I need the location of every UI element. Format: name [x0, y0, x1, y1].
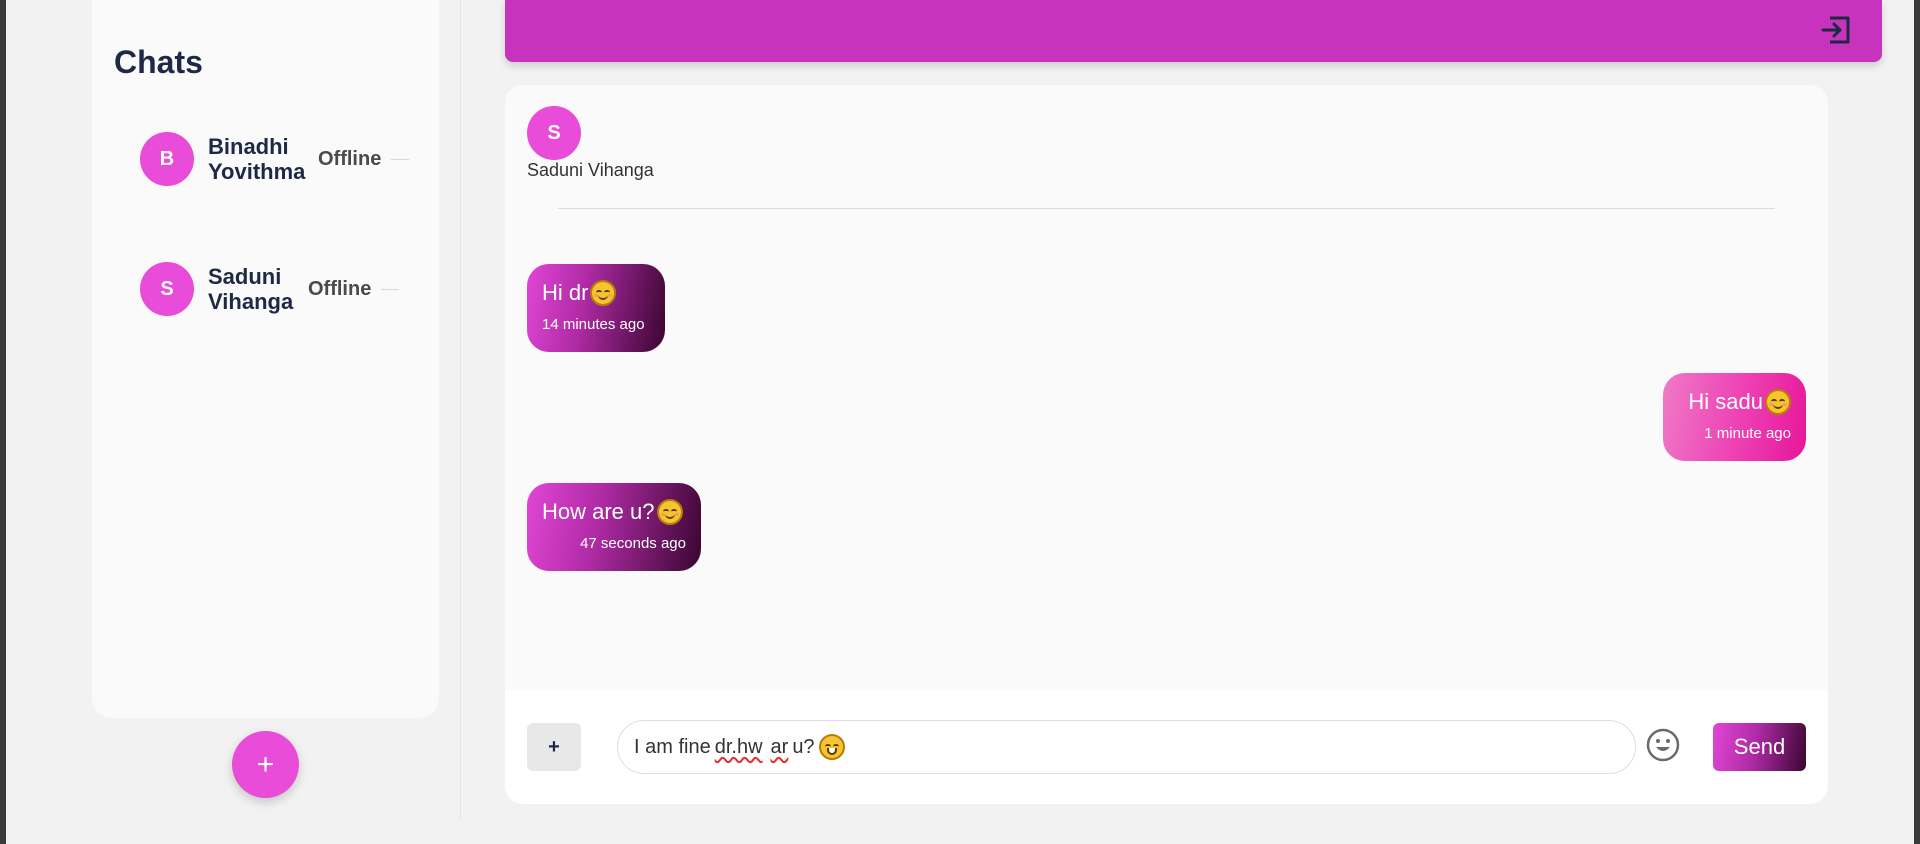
contact-avatar: S	[527, 106, 581, 160]
logout-icon[interactable]	[1818, 12, 1854, 48]
message-bubble: Hi dr 14 minutes ago	[527, 264, 665, 352]
message-text-row: How are u?	[542, 499, 686, 525]
message-timestamp: 47 seconds ago	[580, 535, 686, 552]
chat-item-divider	[381, 288, 400, 290]
new-chat-button[interactable]: +	[232, 731, 299, 798]
message-text-row: Hi dr	[542, 280, 650, 306]
avatar: B	[140, 132, 194, 186]
message-bubble: Hi sadu 1 minute ago	[1663, 373, 1806, 461]
chat-list-sidebar: Chats B Binadhi Yovithma Offline S Sadun…	[92, 0, 439, 718]
chat-item-status: Offline	[308, 277, 372, 300]
message-bubble: How are u? 47 seconds ago	[527, 483, 701, 571]
emoji-picker-icon[interactable]	[1645, 727, 1681, 763]
smiling-face-icon	[590, 280, 617, 306]
send-button[interactable]: Send	[1713, 723, 1806, 771]
message-text: How are u?	[542, 499, 655, 524]
message-text: Hi dr	[542, 280, 589, 305]
attach-button[interactable]: +	[527, 723, 581, 771]
window-frame-right	[1914, 0, 1920, 844]
grinning-face-icon	[818, 734, 845, 760]
sidebar-title: Chats	[114, 44, 203, 80]
header-divider	[558, 208, 1775, 209]
message-timestamp: 1 minute ago	[1704, 425, 1791, 442]
message-text: Hi sadu	[1688, 389, 1763, 414]
message-input[interactable]: I am fine dr.hw ar u?	[617, 720, 1636, 774]
chat-item-binadhi-yovithma[interactable]: B Binadhi Yovithma Offline	[140, 131, 430, 187]
top-bar	[505, 0, 1882, 62]
input-text: I am fine	[634, 735, 711, 758]
window-frame-left	[0, 0, 6, 844]
chat-item-divider	[391, 158, 410, 160]
misspelled-word: ar	[770, 735, 789, 758]
message-composer: + I am fine dr.hw ar u? Send	[505, 690, 1828, 804]
chat-item-name: Binadhi Yovithma	[208, 134, 306, 184]
sidebar-divider	[460, 0, 461, 820]
chat-item-status: Offline	[318, 147, 382, 170]
avatar: S	[140, 262, 194, 316]
message-text-row: Hi sadu	[1678, 389, 1791, 415]
message-timestamp: 14 minutes ago	[542, 316, 645, 333]
smiling-face-icon	[1765, 389, 1791, 415]
smiling-face-icon	[656, 499, 683, 525]
input-text: u?	[792, 735, 815, 758]
chat-item-saduni-vihanga[interactable]: S Saduni Vihanga Offline	[140, 261, 430, 317]
contact-name: Saduni Vihanga	[527, 160, 654, 180]
misspelled-word: dr.hw	[714, 735, 763, 758]
chat-item-name: Saduni Vihanga	[208, 264, 294, 314]
